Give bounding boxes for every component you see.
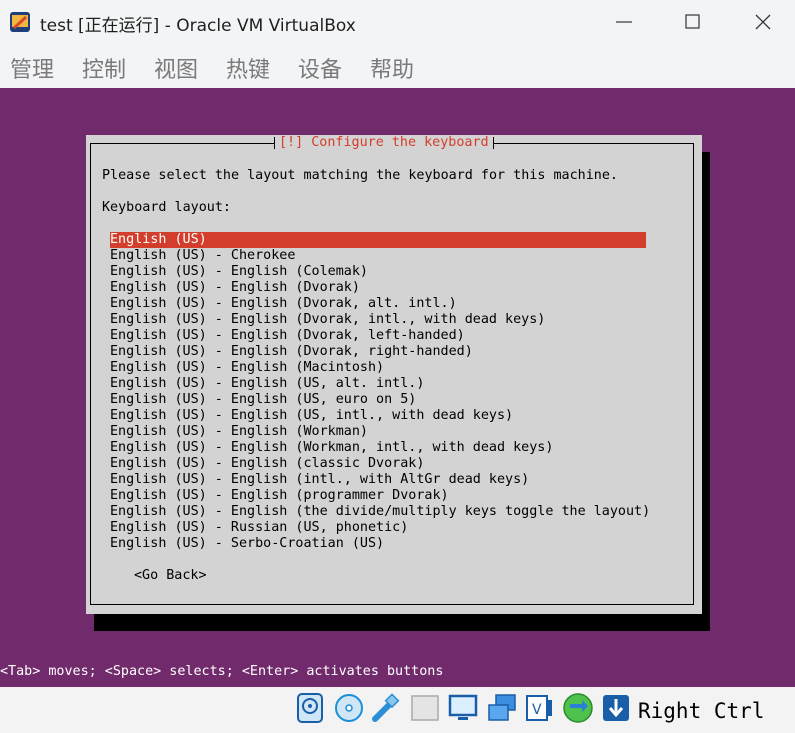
guest-screen[interactable]: [!] Configure the keyboard Please select…	[0, 88, 795, 687]
host-key-label: Right Ctrl	[638, 699, 765, 723]
shared-folder-icon[interactable]	[409, 692, 441, 724]
layout-option[interactable]: English (US) - English (Dvorak, right-ha…	[110, 344, 650, 360]
dialog-title: [!] Configure the keyboard	[274, 135, 494, 151]
menu-view[interactable]: 视图	[154, 52, 198, 84]
title-bar: test [正在运行] - Oracle VM VirtualBox	[0, 0, 795, 44]
mouse-integration-icon[interactable]	[562, 692, 594, 724]
layout-option[interactable]: English (US) - Serbo-Croatian (US)	[110, 536, 650, 552]
video-capture-icon[interactable]: V	[523, 692, 555, 724]
layout-option[interactable]: English (US) - English (Dvorak)	[110, 280, 650, 296]
menu-control[interactable]: 控制	[82, 52, 126, 84]
layout-option[interactable]: English (US) - English (Macintosh)	[110, 360, 650, 376]
network-icon[interactable]	[486, 692, 518, 724]
layout-option[interactable]: English (US) - Russian (US, phonetic)	[110, 520, 650, 536]
layout-option[interactable]: English (US) - English (US, alt. intl.)	[110, 376, 650, 392]
layout-option[interactable]: English (US) - English (Dvorak, intl., w…	[110, 312, 650, 328]
layout-option[interactable]: English (US) - English (Dvorak, alt. int…	[110, 296, 650, 312]
menu-manage[interactable]: 管理	[10, 52, 54, 84]
status-bar: V Right Ctrl	[0, 687, 795, 733]
minimize-icon	[616, 21, 632, 23]
layout-option[interactable]: English (US) - English (classic Dvorak)	[110, 456, 650, 472]
menu-devices[interactable]: 设备	[298, 52, 342, 84]
keyboard-layout-list[interactable]: English (US) English (US) - Cherokee Eng…	[110, 232, 650, 552]
hard-disk-icon[interactable]	[294, 692, 326, 724]
display-icon[interactable]	[447, 692, 479, 724]
layout-option[interactable]: English (US) - Cherokee	[110, 248, 650, 264]
keyboard-layout-label: Keyboard layout:	[102, 200, 231, 215]
layout-option[interactable]: English (US) - English (Workman, intl., …	[110, 440, 650, 456]
svg-text:V: V	[532, 702, 542, 718]
layout-option[interactable]: English (US) - English (Workman)	[110, 424, 650, 440]
maximize-button[interactable]	[671, 6, 715, 38]
layout-option[interactable]: English (US) - English (programmer Dvora…	[110, 488, 650, 504]
optical-disk-icon[interactable]	[333, 692, 365, 724]
dialog-prompt: Please select the layout matching the ke…	[102, 168, 618, 183]
layout-option-selected[interactable]: English (US)	[110, 232, 646, 248]
layout-option[interactable]: English (US) - English (US, intl., with …	[110, 408, 650, 424]
keyboard-capture-icon[interactable]	[600, 692, 632, 724]
help-line: <Tab> moves; <Space> selects; <Enter> ac…	[0, 664, 444, 679]
virtualbox-icon	[10, 12, 30, 32]
layout-option[interactable]: English (US) - English (US, euro on 5)	[110, 392, 650, 408]
menu-bar: 管理 控制 视图 热键 设备 帮助	[0, 44, 795, 88]
go-back-button[interactable]: <Go Back>	[134, 568, 207, 584]
window-title: test [正在运行] - Oracle VM VirtualBox	[40, 16, 356, 36]
close-button[interactable]	[741, 6, 785, 38]
layout-option[interactable]: English (US) - English (Dvorak, left-han…	[110, 328, 650, 344]
keyboard-dialog: [!] Configure the keyboard Please select…	[86, 135, 702, 614]
menu-help[interactable]: 帮助	[370, 52, 414, 84]
layout-option[interactable]: English (US) - English (intl., with AltG…	[110, 472, 650, 488]
layout-option[interactable]: English (US) - English (Colemak)	[110, 264, 650, 280]
maximize-icon	[685, 14, 700, 29]
minimize-button[interactable]	[602, 6, 646, 38]
usb-icon[interactable]	[370, 692, 402, 724]
close-icon	[755, 14, 771, 30]
layout-option[interactable]: English (US) - English (the divide/multi…	[110, 504, 650, 520]
menu-hotkeys[interactable]: 热键	[226, 52, 270, 84]
